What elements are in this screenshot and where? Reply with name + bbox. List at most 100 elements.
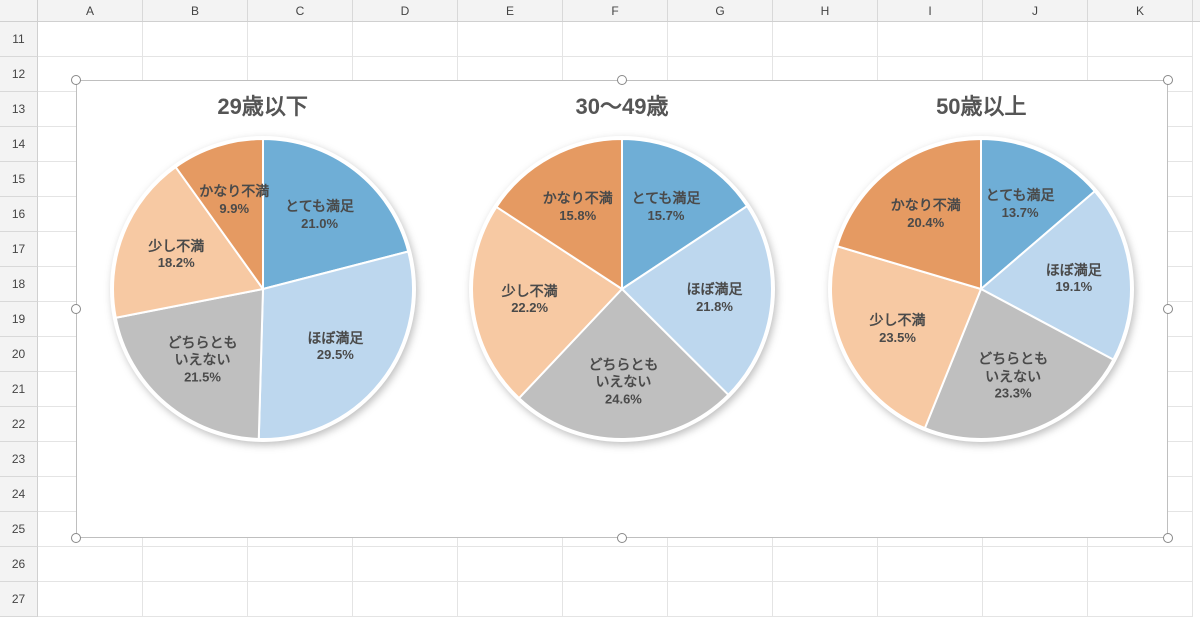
row-header[interactable]: 18: [0, 267, 38, 302]
cell[interactable]: [143, 22, 248, 57]
slice-label: 少し不満18.2%: [148, 238, 204, 272]
cell[interactable]: [1088, 547, 1193, 582]
row-header[interactable]: 24: [0, 477, 38, 512]
cell[interactable]: [983, 582, 1088, 617]
column-header[interactable]: B: [143, 0, 248, 21]
cell[interactable]: [668, 22, 773, 57]
cell[interactable]: [1088, 22, 1193, 57]
column-header[interactable]: K: [1088, 0, 1193, 21]
cell[interactable]: [353, 547, 458, 582]
row-header[interactable]: 11: [0, 22, 38, 57]
slice-percent: 21.5%: [168, 369, 238, 385]
slice-percent: 13.7%: [986, 205, 1055, 221]
row-header[interactable]: 12: [0, 57, 38, 92]
cell[interactable]: [983, 547, 1088, 582]
slice-label: 少し不満23.5%: [870, 313, 926, 347]
resize-handle-mr[interactable]: [1163, 304, 1173, 314]
cell[interactable]: [878, 22, 983, 57]
cell[interactable]: [248, 547, 353, 582]
resize-handle-bm[interactable]: [617, 533, 627, 543]
slice-label: ほぼ満足21.8%: [687, 281, 743, 315]
cell[interactable]: [773, 547, 878, 582]
cell[interactable]: [983, 22, 1088, 57]
chart-title: 30～49歳: [576, 89, 669, 121]
row-header[interactable]: 20: [0, 337, 38, 372]
row-header[interactable]: 22: [0, 407, 38, 442]
cell[interactable]: [878, 582, 983, 617]
cell[interactable]: [668, 582, 773, 617]
row-header[interactable]: 17: [0, 232, 38, 267]
row-header[interactable]: 16: [0, 197, 38, 232]
pie-plot-area[interactable]: とても満足15.7%ほぼ満足21.8%どちらともいえない24.6%少し不満22.…: [462, 129, 782, 449]
cell[interactable]: [773, 582, 878, 617]
pie-plot-area[interactable]: とても満足21.0% ほぼ満足29.5% どちらともいえない21.5% 少し不満18.…: [103, 129, 423, 449]
column-header[interactable]: F: [563, 0, 668, 21]
resize-handle-tl[interactable]: [71, 75, 81, 85]
grid-row: 11: [0, 22, 1200, 57]
cell[interactable]: [458, 547, 563, 582]
cell[interactable]: [563, 582, 668, 617]
resize-handle-tr[interactable]: [1163, 75, 1173, 85]
cell[interactable]: [1088, 582, 1193, 617]
cell[interactable]: [143, 547, 248, 582]
slice-label: どちらともいえない23.3%: [978, 351, 1048, 402]
resize-handle-tm[interactable]: [617, 75, 627, 85]
slice-label: とても満足15.7%: [632, 190, 701, 224]
slice-label: どちらともいえない21.5%: [168, 334, 238, 385]
column-header[interactable]: E: [458, 0, 563, 21]
select-all-corner[interactable]: [0, 0, 38, 21]
column-header[interactable]: C: [248, 0, 353, 21]
resize-handle-bl[interactable]: [71, 533, 81, 543]
slice-label: とても満足21.0%: [285, 199, 354, 233]
row-header[interactable]: 23: [0, 442, 38, 477]
row-header[interactable]: 27: [0, 582, 38, 617]
cell[interactable]: [458, 582, 563, 617]
cell[interactable]: [248, 22, 353, 57]
cell[interactable]: [353, 582, 458, 617]
row-header[interactable]: 14: [0, 127, 38, 162]
resize-handle-br[interactable]: [1163, 533, 1173, 543]
column-header[interactable]: A: [38, 0, 143, 21]
pie-chart[interactable]: 29歳以下とても満足21.0%ほぼ満足29.5%どちらともいえない21.5%少し…: [88, 89, 438, 449]
row-header[interactable]: 21: [0, 372, 38, 407]
row-header[interactable]: 26: [0, 547, 38, 582]
slice-percent: 23.5%: [870, 330, 926, 346]
slice-label: かなり不満20.4%: [891, 198, 961, 232]
cell[interactable]: [143, 582, 248, 617]
cell[interactable]: [773, 22, 878, 57]
grid-row: 26: [0, 547, 1200, 582]
resize-handle-ml[interactable]: [71, 304, 81, 314]
column-header[interactable]: D: [353, 0, 458, 21]
cell[interactable]: [38, 582, 143, 617]
slice-label: かなり不満9.9%: [199, 184, 269, 218]
column-header[interactable]: I: [878, 0, 983, 21]
slice-label: ほぼ満足29.5%: [307, 330, 363, 364]
cell[interactable]: [353, 22, 458, 57]
cell[interactable]: [563, 22, 668, 57]
cell[interactable]: [563, 547, 668, 582]
row-header[interactable]: 25: [0, 512, 38, 547]
slice-label: どちらともいえない24.6%: [588, 356, 658, 407]
cell[interactable]: [458, 22, 563, 57]
pie-chart[interactable]: 50歳以上とても満足13.7%ほぼ満足19.1%どちらともいえない23.3%少し…: [806, 89, 1156, 449]
cell[interactable]: [38, 547, 143, 582]
column-header[interactable]: H: [773, 0, 878, 21]
slice-percent: 9.9%: [199, 201, 269, 217]
column-headers: ABCDEFGHIJK: [0, 0, 1200, 22]
pie-chart[interactable]: 30～49歳とても満足15.7%ほぼ満足21.8%どちらともいえない24.6%少…: [447, 89, 797, 449]
column-header[interactable]: J: [983, 0, 1088, 21]
row-header[interactable]: 15: [0, 162, 38, 197]
cell[interactable]: [38, 22, 143, 57]
row-header[interactable]: 13: [0, 92, 38, 127]
pie-plot-area[interactable]: とても満足13.7%ほぼ満足19.1%どちらともいえない23.3%少し不満23.…: [821, 129, 1141, 449]
cell[interactable]: [248, 582, 353, 617]
slice-percent: 15.7%: [632, 208, 701, 224]
cell[interactable]: [878, 547, 983, 582]
cell[interactable]: [668, 547, 773, 582]
column-header[interactable]: G: [668, 0, 773, 21]
row-header[interactable]: 19: [0, 302, 38, 337]
slice-percent: 19.1%: [1046, 279, 1102, 295]
charts-row: 29歳以下とても満足21.0%ほぼ満足29.5%どちらともいえない21.5%少し…: [77, 81, 1167, 537]
chart-object[interactable]: 29歳以下とても満足21.0%ほぼ満足29.5%どちらともいえない21.5%少し…: [76, 80, 1168, 538]
slice-percent: 21.8%: [687, 299, 743, 315]
